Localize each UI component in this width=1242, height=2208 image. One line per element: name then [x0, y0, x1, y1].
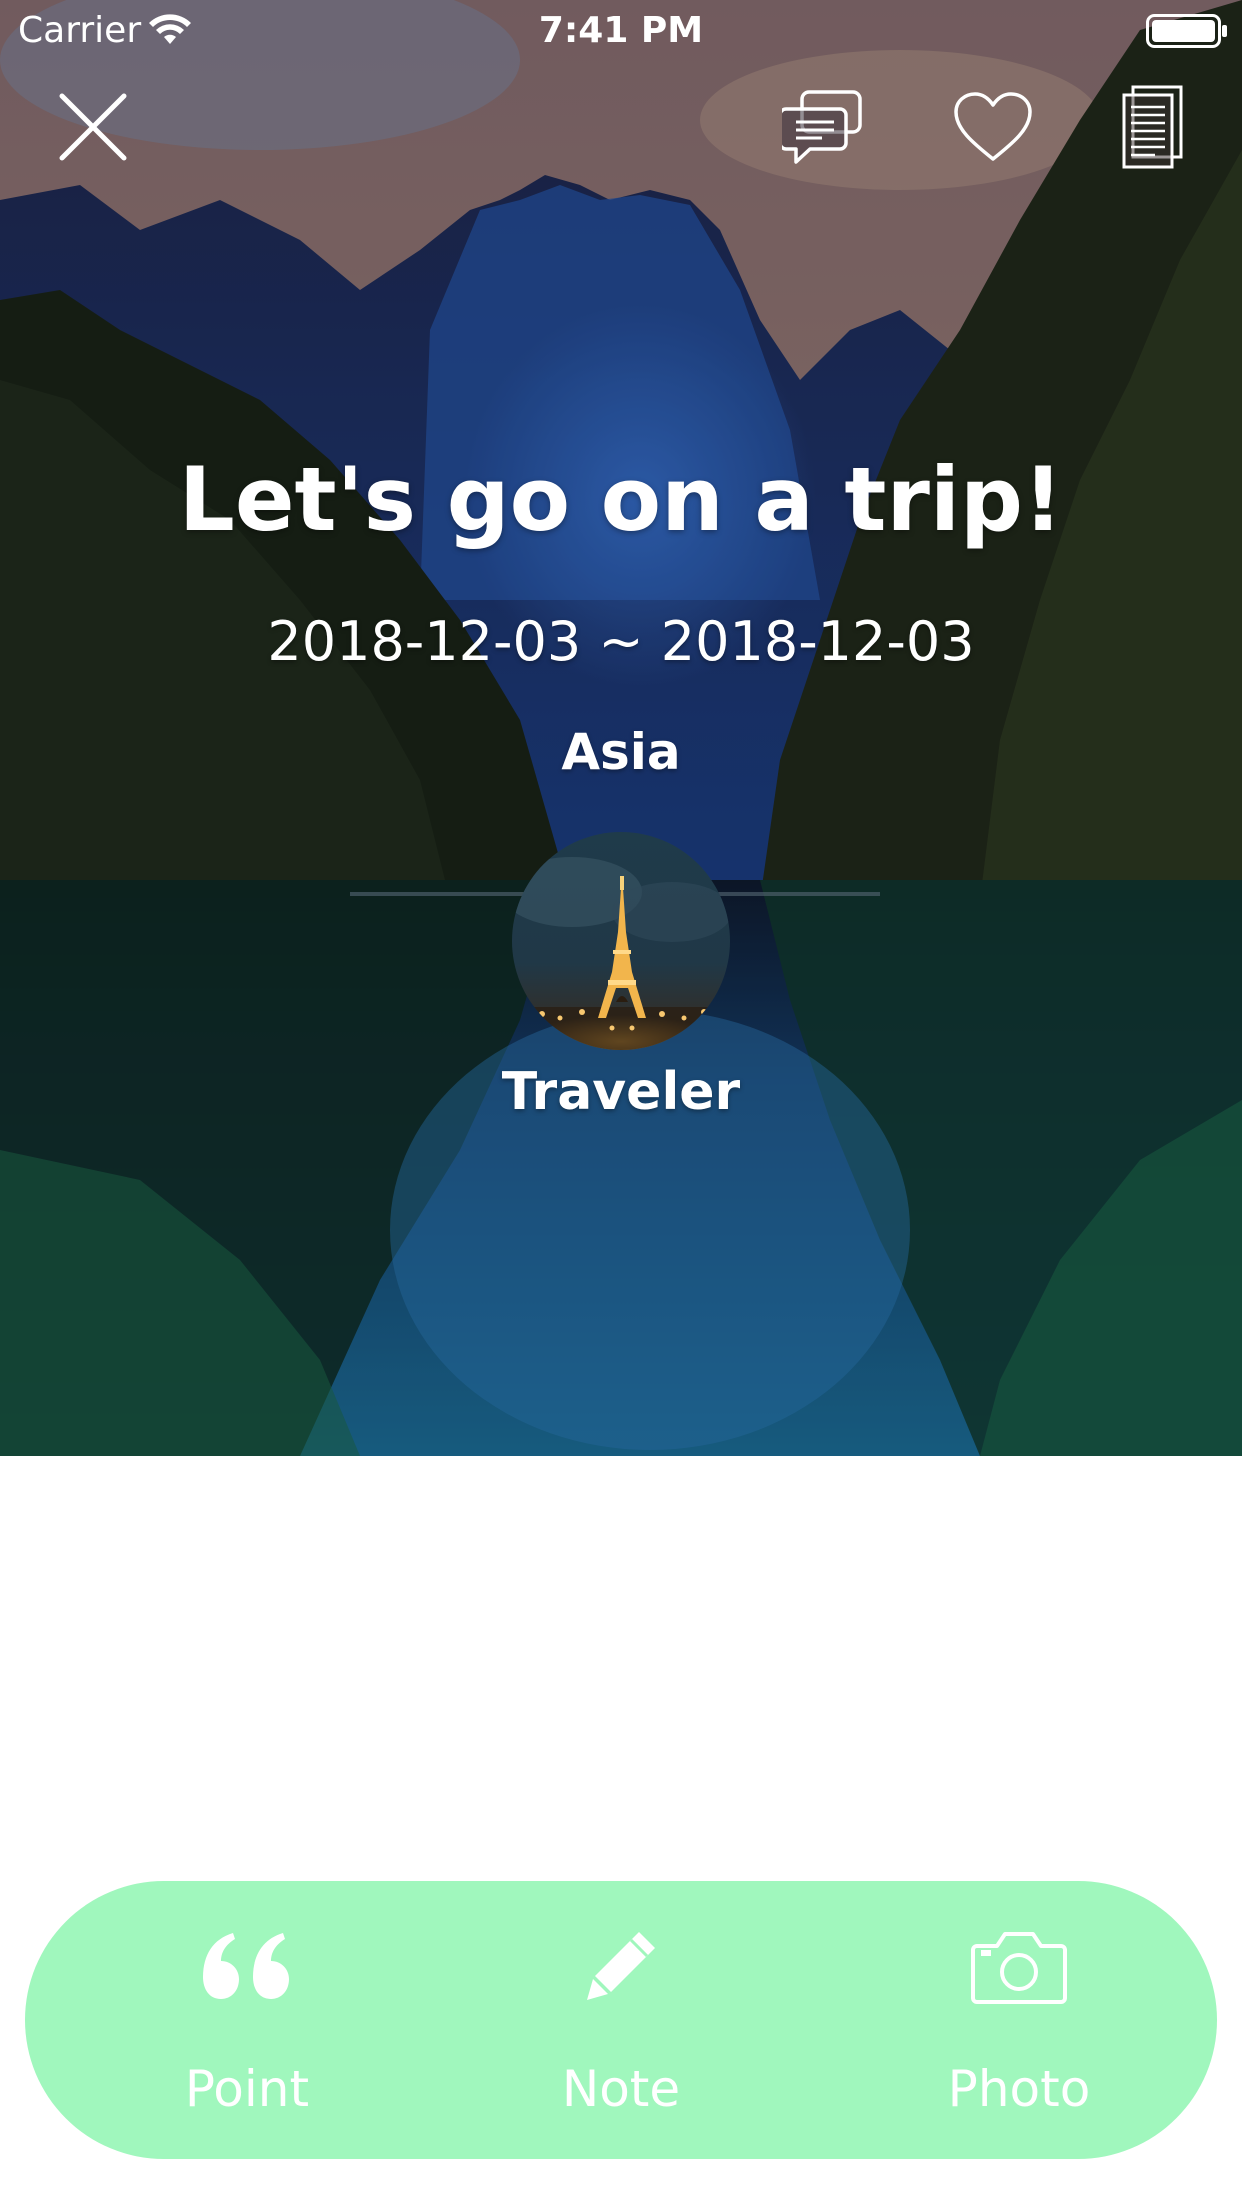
clock-label: 7:41 PM — [538, 10, 704, 51]
status-bar: Carrier 7:41 PM — [0, 0, 1242, 62]
point-label: Point — [184, 2060, 310, 2118]
heart-icon — [954, 92, 1032, 161]
trip-region: Asia — [561, 723, 681, 781]
pencil-icon — [566, 1911, 676, 2021]
eiffel-tower-avatar-image — [512, 832, 730, 1050]
trip-title: Let's go on a trip! — [178, 448, 1064, 551]
battery-icon — [1146, 14, 1227, 48]
comments-button[interactable] — [780, 84, 866, 170]
document-button[interactable] — [1110, 84, 1196, 170]
quote-icon — [192, 1911, 302, 2021]
traveler-name[interactable]: Traveler — [0, 1060, 1242, 1124]
trip-detail-screen: Carrier 7:41 PM Let's go on a trip! 2018… — [0, 0, 1242, 2208]
photo-label: Photo — [947, 2060, 1091, 2118]
close-button[interactable] — [50, 84, 136, 170]
comments-icon — [782, 90, 862, 164]
document-icon — [1122, 85, 1183, 169]
avatar[interactable] — [512, 832, 730, 1050]
add-entry-action-bar: Point Note Photo — [25, 1881, 1217, 2159]
note-label: Note — [561, 2060, 681, 2118]
camera-icon — [964, 1911, 1074, 2021]
trip-date-range: 2018-12-03 ~ 2018-12-03 — [267, 610, 975, 673]
close-icon — [59, 93, 127, 161]
note-button[interactable]: Note — [491, 1881, 751, 2159]
like-button[interactable] — [950, 84, 1036, 170]
point-button[interactable]: Point — [117, 1881, 377, 2159]
photo-button[interactable]: Photo — [889, 1881, 1149, 2159]
